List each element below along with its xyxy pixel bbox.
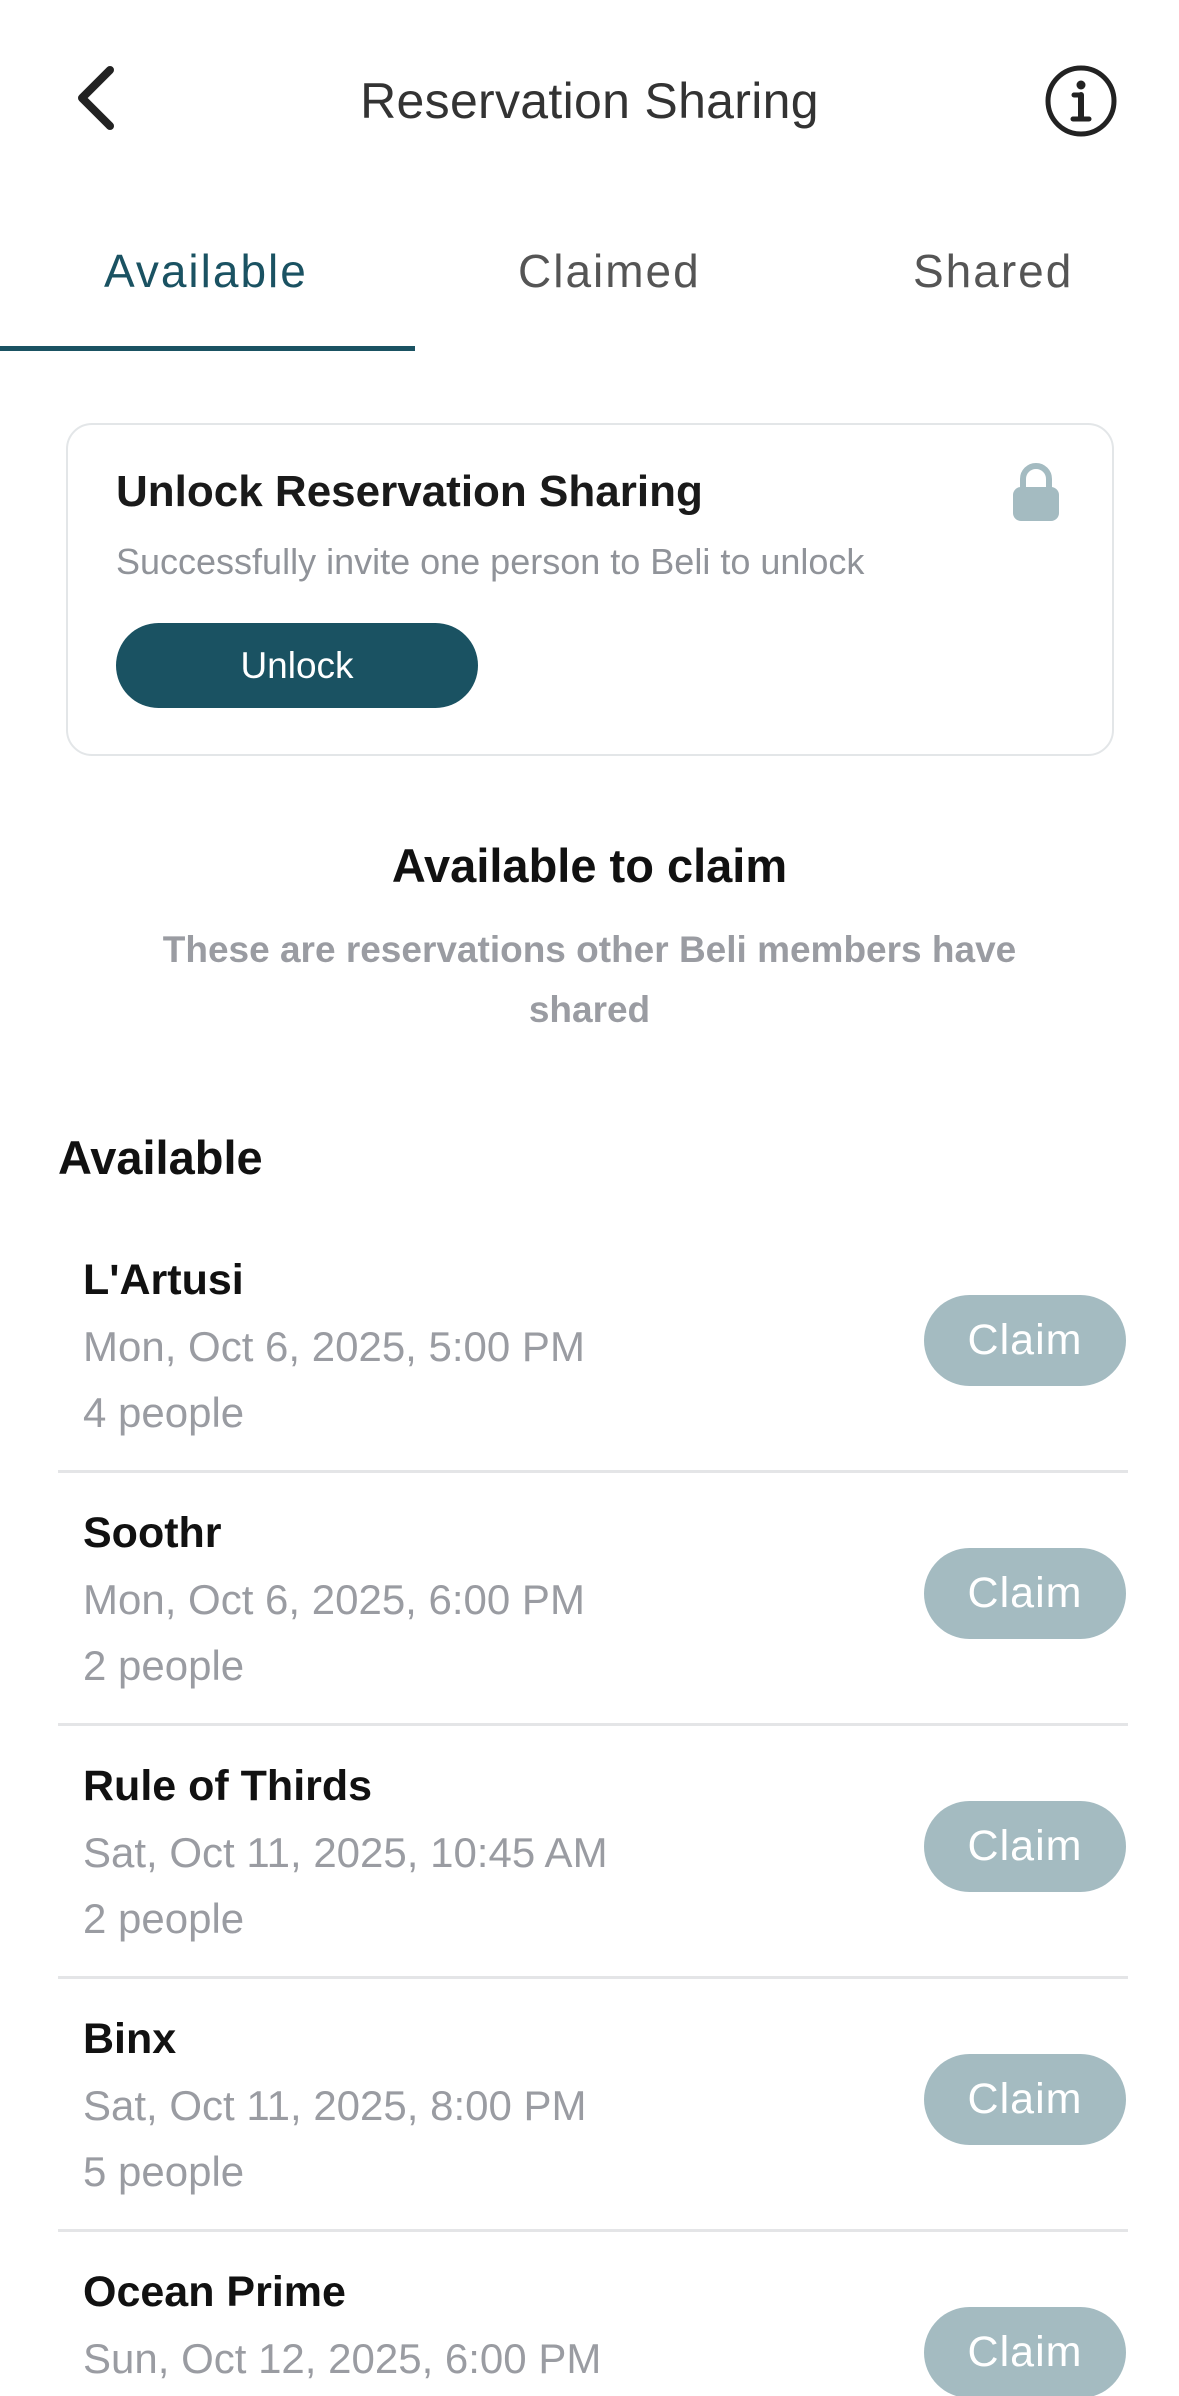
reservation-datetime: Mon, Oct 6, 2025, 6:00 PM <box>83 1576 585 1623</box>
info-icon <box>1045 65 1117 137</box>
restaurant-name: Binx <box>83 2015 177 2063</box>
reservation-datetime: Mon, Oct 6, 2025, 5:00 PM <box>83 1323 585 1370</box>
available-to-claim-description: These are reservations other Beli member… <box>162 929 1017 1030</box>
reservation-item: Ocean Prime Sun, Oct 12, 2025, 6:00 PM C… <box>58 2232 1128 2396</box>
reservation-item: L'Artusi Mon, Oct 6, 2025, 5:00 PM 4 peo… <box>58 1220 1128 1473</box>
party-size: 5 people <box>83 2148 245 2195</box>
unlock-card: Unlock Reservation Sharing Successfully … <box>66 423 1114 756</box>
claim-button[interactable]: Claim <box>924 1801 1126 1892</box>
reservation-item: Binx Sat, Oct 11, 2025, 8:00 PM 5 people… <box>58 1979 1128 2232</box>
tab-claimed[interactable]: Claimed <box>518 244 701 298</box>
lock-icon <box>1010 461 1062 523</box>
tab-available[interactable]: Available <box>104 244 308 298</box>
reservation-datetime: Sat, Oct 11, 2025, 8:00 PM <box>83 2082 587 2129</box>
page-title: Reservation Sharing <box>360 73 819 129</box>
claim-button[interactable]: Claim <box>924 2054 1126 2145</box>
claim-button[interactable]: Claim <box>924 2307 1126 2396</box>
list-heading: Available <box>58 1131 263 1184</box>
unlock-button[interactable]: Unlock <box>116 623 478 708</box>
reservation-item: Rule of Thirds Sat, Oct 11, 2025, 10:45 … <box>58 1726 1128 1979</box>
restaurant-name: Rule of Thirds <box>83 1762 373 1810</box>
claim-button[interactable]: Claim <box>924 1295 1126 1386</box>
unlock-card-subtitle: Successfully invite one person to Beli t… <box>116 541 865 582</box>
reservation-datetime: Sat, Oct 11, 2025, 10:45 AM <box>83 1829 608 1876</box>
info-button[interactable] <box>1044 64 1118 138</box>
unlock-card-title: Unlock Reservation Sharing <box>116 467 703 516</box>
claim-button[interactable]: Claim <box>924 1548 1126 1639</box>
restaurant-name: Soothr <box>83 1509 222 1557</box>
header: Reservation Sharing <box>0 0 1179 200</box>
restaurant-name: Ocean Prime <box>83 2268 346 2316</box>
reservation-sharing-screen: Reservation Sharing Available Claimed Sh… <box>0 0 1179 2396</box>
reservation-item: Soothr Mon, Oct 6, 2025, 6:00 PM 2 peopl… <box>58 1473 1128 1726</box>
reservation-list: L'Artusi Mon, Oct 6, 2025, 5:00 PM 4 peo… <box>58 1220 1128 2396</box>
reservation-datetime: Sun, Oct 12, 2025, 6:00 PM <box>83 2335 602 2382</box>
restaurant-name: L'Artusi <box>83 1256 244 1304</box>
party-size: 2 people <box>83 1642 245 1689</box>
tab-bar: Available Claimed Shared <box>0 230 1179 354</box>
party-size: 4 people <box>83 1389 245 1436</box>
available-to-claim-heading: Available to claim <box>391 839 788 892</box>
active-tab-indicator <box>0 346 415 351</box>
party-size: 2 people <box>83 1895 245 1942</box>
tab-shared[interactable]: Shared <box>913 244 1073 298</box>
